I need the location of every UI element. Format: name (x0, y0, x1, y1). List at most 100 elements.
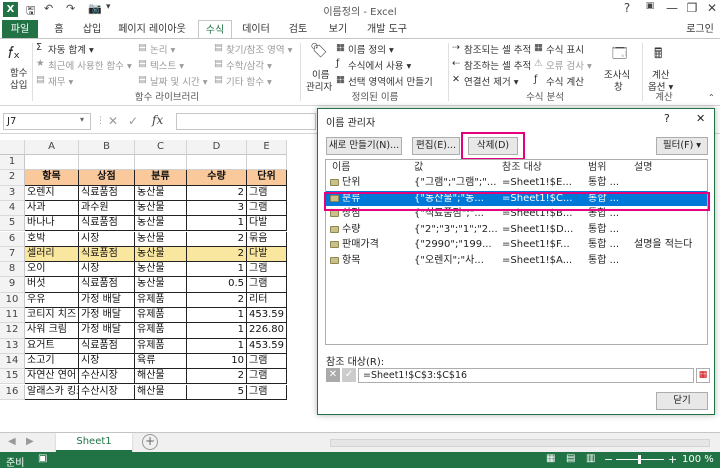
row-header[interactable]: 2 (0, 170, 25, 186)
table-header-cell[interactable]: 분류 (135, 170, 187, 186)
watch-window-icon[interactable]: 🗔 (612, 43, 627, 67)
table-header-cell[interactable]: 수량 (187, 170, 247, 186)
sheet-tab-sheet1[interactable]: Sheet1 (56, 433, 132, 452)
row-header[interactable]: 11 (0, 308, 25, 324)
table-cell[interactable]: 그램 (247, 200, 287, 217)
table-cell[interactable]: 2 (187, 246, 247, 263)
table-cell[interactable]: 묶음 (247, 231, 287, 247)
dialog-close-action-button[interactable]: 닫기 (656, 392, 708, 410)
new-sheet-button[interactable]: + (142, 434, 158, 450)
table-cell[interactable]: 시장 (79, 231, 135, 247)
table-cell[interactable]: 해산물 (135, 369, 187, 385)
table-header-cell[interactable]: 상점 (79, 170, 135, 186)
table-cell[interactable]: 자연산 연어 (25, 369, 79, 385)
tab-formulas[interactable]: 수식 (198, 20, 232, 40)
row-header[interactable]: 7 (0, 246, 25, 263)
name-box[interactable]: J7 (3, 113, 91, 130)
row-header[interactable]: 16 (0, 384, 25, 400)
autosum-button[interactable]: 자동 합계 ▾ (48, 42, 94, 56)
tab-insert[interactable]: 삽입 (76, 20, 108, 39)
column-header-e[interactable]: E (247, 140, 287, 155)
table-cell[interactable]: 그램 (247, 384, 287, 400)
table-cell[interactable]: 다발 (247, 246, 287, 263)
macro-record-icon[interactable]: ▣ (38, 453, 47, 464)
table-cell[interactable]: 10 (187, 353, 247, 370)
row-header[interactable]: 3 (0, 185, 25, 201)
table-cell[interactable]: 식료품점 (79, 185, 135, 201)
new-name-button[interactable]: 새로 만들기(N)... (326, 137, 402, 155)
table-cell[interactable]: 해산물 (135, 384, 187, 400)
table-cell[interactable]: 수산시장 (79, 369, 135, 385)
table-cell[interactable]: 가정 배달 (79, 323, 135, 339)
column-header-b[interactable]: B (79, 140, 135, 155)
error-checking-button[interactable]: 오류 검사 ▾ (546, 58, 592, 72)
insert-function-fx-icon[interactable]: fx (152, 113, 163, 127)
dialog-close-button[interactable]: ✕ (696, 112, 705, 125)
col-header-comment[interactable]: 설명 (634, 160, 652, 175)
row-header[interactable]: 5 (0, 216, 25, 232)
table-cell[interactable] (25, 155, 79, 171)
table-cell[interactable]: 식료품점 (79, 216, 135, 232)
table-cell[interactable] (79, 155, 135, 171)
insert-function-icon[interactable]: 𝑓ₓ (8, 43, 20, 63)
tab-review[interactable]: 검토 (280, 20, 316, 39)
remove-arrows-button[interactable]: 연결선 제거 ▾ (464, 74, 519, 88)
trace-dependents-button[interactable]: 참조하는 셀 추적 (464, 58, 531, 72)
table-header-cell[interactable]: 단위 (247, 170, 287, 186)
table-cell[interactable]: 농산물 (135, 185, 187, 201)
table-cell[interactable]: 사워 크림 (25, 323, 79, 339)
table-cell[interactable]: 농산물 (135, 231, 187, 247)
ribbon-display-options-icon[interactable]: ▣ (640, 1, 660, 11)
table-cell[interactable]: 1 (187, 308, 247, 324)
name-box-dropdown-icon[interactable]: ▾ (80, 115, 84, 124)
math-trig-button[interactable]: 수학/삼각 ▾ (226, 58, 272, 72)
tab-page-layout[interactable]: 페이지 레이아웃 (110, 20, 194, 39)
table-cell[interactable]: 1 (187, 323, 247, 339)
table-cell[interactable]: 453.59 (247, 338, 287, 354)
restore-button[interactable]: ❐ (682, 1, 702, 15)
table-cell[interactable]: 바나나 (25, 216, 79, 232)
table-cell[interactable]: 코티지 치즈 (25, 308, 79, 324)
select-all-corner[interactable] (0, 140, 25, 155)
row-header[interactable]: 6 (0, 231, 25, 247)
table-cell[interactable]: 농산물 (135, 262, 187, 278)
table-cell[interactable]: 수산시장 (79, 384, 135, 400)
table-cell[interactable]: 호박 (25, 231, 79, 247)
zoom-in-icon[interactable]: + (668, 453, 677, 466)
table-cell[interactable]: 5 (187, 384, 247, 400)
table-cell[interactable]: 유제품 (135, 338, 187, 354)
tab-file[interactable]: 파일 (2, 20, 38, 39)
table-cell[interactable] (187, 155, 247, 171)
text-button[interactable]: 텍스트 ▾ (150, 58, 184, 72)
row-header[interactable]: 15 (0, 369, 25, 385)
minimize-button[interactable]: — (662, 1, 682, 15)
table-cell[interactable]: 그램 (247, 277, 287, 293)
recent-functions-button[interactable]: 최근에 사용한 함수 ▾ (48, 58, 132, 72)
table-cell[interactable]: 1 (187, 338, 247, 354)
table-cell[interactable]: 226.80 (247, 323, 287, 339)
col-header-scope[interactable]: 범위 (588, 160, 606, 175)
row-header[interactable]: 1 (0, 155, 25, 171)
worksheet-grid[interactable]: ABCDE 1 2 항목 상점 분류 수량 단위 3 오렌지 식료품점 농산물 2 그램 4 사과 과수원 농산… (0, 140, 320, 430)
row-header[interactable]: 14 (0, 353, 25, 370)
lookup-button[interactable]: 찾기/참조 영역 ▾ (226, 42, 292, 56)
date-time-button[interactable]: 날짜 및 시간 ▾ (150, 74, 208, 88)
logical-button[interactable]: 논리 ▾ (150, 42, 175, 56)
zoom-level[interactable]: 100 % (682, 454, 714, 465)
table-cell[interactable]: 농산물 (135, 200, 187, 217)
table-cell[interactable]: 453.59 (247, 308, 287, 324)
trace-precedents-button[interactable]: 참조되는 셀 추적 (464, 42, 531, 56)
table-cell[interactable]: 시장 (79, 353, 135, 370)
close-button[interactable]: ✕ (702, 1, 720, 15)
table-cell[interactable] (247, 155, 287, 171)
col-header-refers-to[interactable]: 참조 대상 (502, 160, 542, 175)
table-cell[interactable]: 농산물 (135, 277, 187, 293)
filter-button[interactable]: 필터(F) ▾ (656, 137, 708, 155)
table-cell[interactable]: 가정 배달 (79, 292, 135, 308)
use-in-formula-button[interactable]: 수식에서 사용 ▾ (348, 58, 411, 72)
tab-view[interactable]: 보기 (320, 20, 356, 39)
table-cell[interactable]: 그램 (247, 353, 287, 370)
table-cell[interactable]: 그램 (247, 185, 287, 201)
dialog-help-button[interactable]: ? (664, 112, 670, 125)
col-header-name[interactable]: 이름 (332, 160, 350, 175)
